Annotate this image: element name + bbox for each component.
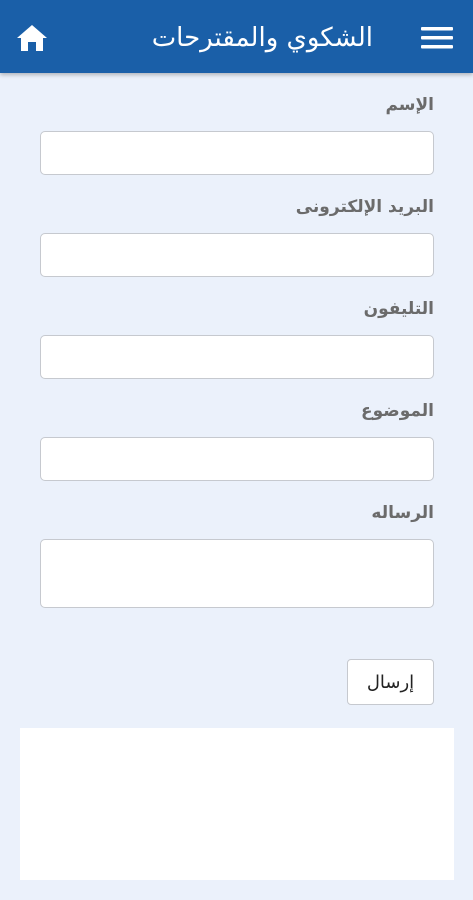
home-button[interactable]: [14, 22, 50, 54]
subject-label: الموضوع: [361, 401, 434, 421]
send-button[interactable]: إرسال: [347, 659, 434, 705]
content-panel: [20, 728, 454, 880]
name-label: الإسم: [385, 95, 434, 115]
app-bar: الشكوي والمقترحات: [0, 0, 473, 73]
phone-label: التليفون: [363, 299, 434, 319]
name-field[interactable]: [40, 131, 434, 175]
message-field[interactable]: [40, 539, 434, 608]
subject-field[interactable]: [40, 437, 434, 481]
page-title: الشكوي والمقترحات: [151, 23, 373, 53]
hamburger-menu-icon: [421, 27, 453, 49]
menu-button[interactable]: [417, 24, 457, 52]
home-icon: [17, 25, 47, 51]
email-label: البريد الإلكترونى: [295, 197, 434, 217]
phone-field[interactable]: [40, 335, 434, 379]
email-field[interactable]: [40, 233, 434, 277]
message-label: الرساله: [371, 503, 434, 523]
